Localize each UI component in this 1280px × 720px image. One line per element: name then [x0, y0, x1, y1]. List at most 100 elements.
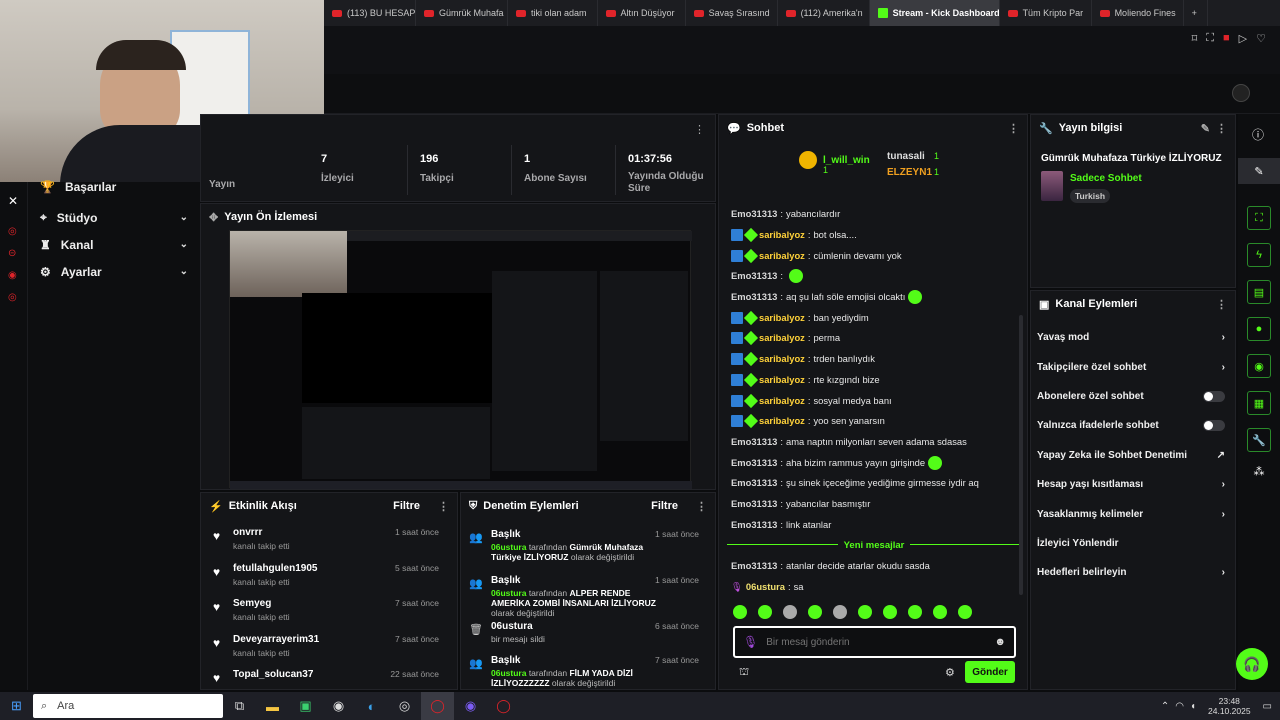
- play-icon[interactable]: ▷: [1239, 32, 1247, 45]
- file-explorer-icon[interactable]: ▬: [256, 692, 289, 720]
- task-view-icon[interactable]: ⧉: [223, 692, 256, 720]
- nav-item-kanal[interactable]: ♜ Kanal ⌄: [28, 231, 200, 258]
- emote-icon[interactable]: [958, 605, 972, 619]
- chat-username[interactable]: Emo31313: [731, 560, 777, 572]
- modlog-actor[interactable]: 06ustura: [491, 668, 526, 678]
- chevron-up-icon[interactable]: ⌃: [1161, 701, 1169, 712]
- browser-tab[interactable]: (113) BU HESAP: [324, 0, 416, 26]
- preview-video[interactable]: [229, 230, 692, 489]
- gear-icon[interactable]: ⚙: [945, 666, 955, 679]
- chat-username[interactable]: Emo31313: [731, 519, 777, 531]
- emote-icon[interactable]: [758, 605, 772, 619]
- pencil-icon[interactable]: ✎: [1238, 158, 1280, 184]
- channel-action-row[interactable]: Abonelere özel sohbet: [1031, 382, 1231, 411]
- channel-action-row[interactable]: Yavaş mod ›: [1031, 323, 1231, 352]
- kebab-icon[interactable]: ⋮: [696, 500, 707, 513]
- emote-icon[interactable]: [908, 605, 922, 619]
- emote-icon[interactable]: [833, 605, 847, 619]
- browser-tab[interactable]: Altın Düşüyor: [598, 0, 686, 26]
- browser-tab[interactable]: Savaş Sırasınd: [686, 0, 778, 26]
- channel-action-row[interactable]: Yapay Zeka ile Sohbet Denetimi ↗: [1031, 441, 1231, 470]
- send-button[interactable]: Gönder: [965, 661, 1015, 683]
- emote-icon[interactable]: [808, 605, 822, 619]
- chat-username[interactable]: saribalyoz: [759, 229, 805, 241]
- windows-start-icon[interactable]: ⊞: [0, 692, 33, 720]
- chat-username[interactable]: Emo31313: [731, 291, 777, 303]
- support-headset-icon[interactable]: 🎧: [1236, 648, 1268, 680]
- edge-icon[interactable]: ◐: [355, 692, 388, 720]
- modlog-actor[interactable]: 06ustura: [491, 588, 526, 598]
- chat-username[interactable]: saribalyoz: [759, 395, 805, 407]
- chat-username[interactable]: saribalyoz: [759, 332, 805, 344]
- clock[interactable]: 23:48 24.10.2025: [1208, 696, 1251, 716]
- obs-icon[interactable]: ◉: [322, 692, 355, 720]
- bolt-icon[interactable]: ϟ: [1247, 243, 1271, 267]
- gift-icon[interactable]: ⛫: [739, 666, 749, 680]
- chat-username[interactable]: saribalyoz: [759, 250, 805, 262]
- kebab-icon[interactable]: ⋮: [1216, 122, 1227, 135]
- record-icon[interactable]: ■: [1223, 32, 1230, 45]
- discord-icon[interactable]: ◉: [454, 692, 487, 720]
- app2-icon[interactable]: ◎: [388, 692, 421, 720]
- activity-user[interactable]: fetullahgulen1905: [233, 563, 317, 574]
- speaker-icon[interactable]: ◖: [1190, 701, 1196, 712]
- x-icon[interactable]: ✕: [8, 194, 18, 208]
- chat-username[interactable]: Emo31313: [731, 270, 777, 282]
- chat-username[interactable]: Emo31313: [731, 208, 777, 220]
- channel-action-row[interactable]: İzleyici Yönlendir: [1031, 529, 1231, 558]
- group-icon[interactable]: ⁂: [1238, 465, 1280, 478]
- chat-username[interactable]: Emo31313: [731, 436, 777, 448]
- instagram-icon[interactable]: ◎: [8, 292, 17, 303]
- browser-tab[interactable]: Stream - Kick Dashboard: [869, 0, 1000, 26]
- nav-item-basarilar[interactable]: 🏆 Başarılar: [28, 180, 200, 194]
- opera-icon[interactable]: ◯: [487, 692, 520, 720]
- chat-icon[interactable]: ●: [1247, 317, 1271, 341]
- browser-tab[interactable]: Moliendo Fines: [1092, 0, 1184, 26]
- taskbar-search[interactable]: ⌕ Ara: [33, 694, 223, 718]
- chat-username[interactable]: Emo31313: [731, 498, 777, 510]
- browser-tab[interactable]: Tüm Kripto Par: [1000, 0, 1092, 26]
- channel-action-row[interactable]: Hesap yaşı kısıtlaması ›: [1031, 470, 1231, 499]
- modlog-actor[interactable]: 06ustura: [491, 542, 526, 552]
- channel-action-row[interactable]: Yasaklanmış kelimeler ›: [1031, 499, 1231, 528]
- record-icon[interactable]: ◎: [8, 226, 17, 237]
- chat-username[interactable]: saribalyoz: [759, 312, 805, 324]
- filter-button[interactable]: Filtre: [651, 500, 678, 512]
- kebab-icon[interactable]: ⋮: [694, 123, 705, 136]
- activity-user[interactable]: Deveyarrayerim31: [233, 634, 319, 645]
- activity-user[interactable]: Topal_solucan37: [233, 669, 313, 680]
- emote-icon[interactable]: [783, 605, 797, 619]
- new-tab-button[interactable]: +: [1184, 0, 1208, 26]
- emote-icon[interactable]: [858, 605, 872, 619]
- broadcast-icon[interactable]: ◉: [1247, 354, 1271, 378]
- discord-icon[interactable]: ◉: [8, 270, 17, 281]
- emote-icon[interactable]: [933, 605, 947, 619]
- kebab-icon[interactable]: ⋮: [438, 500, 449, 513]
- activity-user[interactable]: onvrrr: [233, 527, 262, 538]
- chat-username[interactable]: saribalyoz: [759, 353, 805, 365]
- channel-action-row[interactable]: Takipçilere özel sohbet ›: [1031, 352, 1231, 381]
- filter-button[interactable]: Filtre: [393, 500, 420, 512]
- kebab-icon[interactable]: ⋮: [1216, 298, 1227, 311]
- chat-username[interactable]: saribalyoz: [759, 415, 805, 427]
- clipboard-icon[interactable]: ▤: [1247, 280, 1271, 304]
- id-card-icon[interactable]: ▦: [1247, 391, 1271, 415]
- link-icon[interactable]: ⊝: [8, 248, 16, 259]
- avatar[interactable]: [1232, 84, 1250, 102]
- browser-tab[interactable]: tiki olan adam: [508, 0, 598, 26]
- toggle-switch[interactable]: [1203, 390, 1225, 402]
- emote-icon[interactable]: [733, 605, 747, 619]
- emote-icon[interactable]: [883, 605, 897, 619]
- opera-gx-icon[interactable]: ◯: [421, 692, 454, 720]
- category-name[interactable]: Sadece Sohbet: [1070, 173, 1142, 184]
- chat-username[interactable]: 06ustura: [746, 581, 785, 593]
- toggle-switch[interactable]: [1203, 420, 1225, 432]
- info-icon[interactable]: ⓘ: [1252, 126, 1264, 143]
- heart-icon[interactable]: ♡: [1256, 32, 1266, 45]
- bookmark-icon[interactable]: ⌑: [1192, 32, 1198, 45]
- chat-username[interactable]: Emo31313: [731, 457, 777, 469]
- screenshot-icon[interactable]: ⛶: [1206, 32, 1214, 45]
- chat-scrollbar[interactable]: [1019, 315, 1023, 595]
- channel-action-row[interactable]: Yalnızca ifadelerle sohbet: [1031, 411, 1231, 440]
- nav-item-ayarlar[interactable]: ⚙ Ayarlar ⌄: [28, 258, 200, 285]
